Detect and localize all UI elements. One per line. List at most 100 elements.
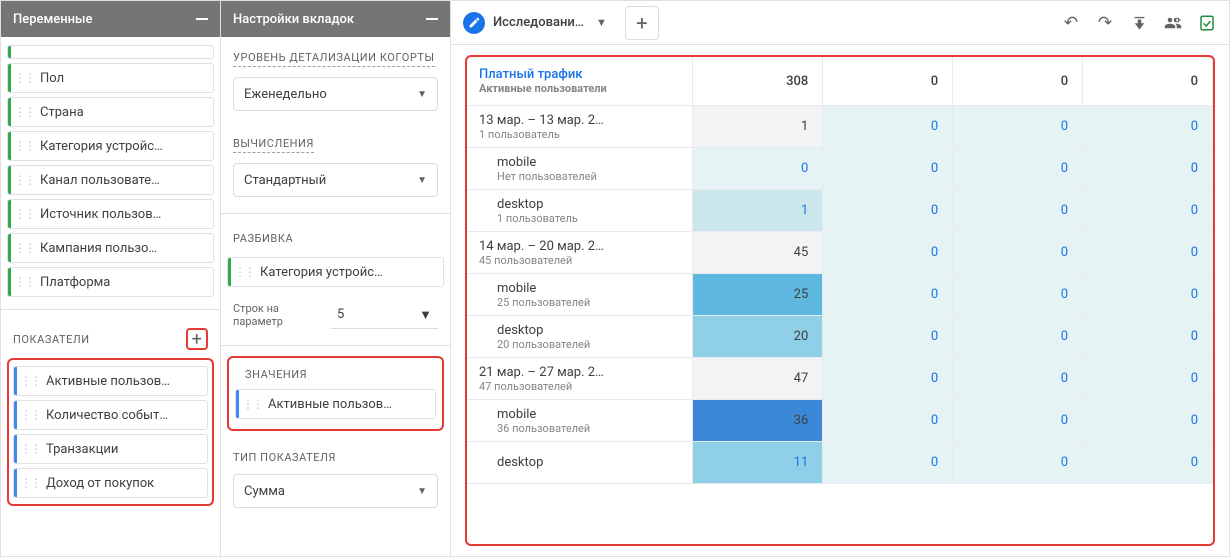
table-cell: 0: [823, 232, 953, 274]
share-icon[interactable]: [1163, 13, 1183, 33]
table-cell: 0: [1083, 274, 1213, 316]
values-box: ЗНАЧЕНИЯ ⋮⋮Активные пользов…: [227, 356, 444, 431]
table-row: desktop11000: [467, 442, 1213, 484]
metric-chip[interactable]: ⋮⋮Количество событ…: [13, 400, 208, 430]
table-cell: 36: [693, 400, 823, 442]
total-3: 0: [1083, 57, 1213, 106]
dimension-chip[interactable]: ⋮⋮Категория устройс…: [7, 131, 214, 161]
table-cell: 0: [953, 190, 1083, 232]
dimension-chip[interactable]: ⋮⋮Пол: [7, 63, 214, 93]
cohort-level-select[interactable]: Еженедельно▼: [233, 77, 438, 111]
chevron-down-icon: ▼: [419, 307, 432, 323]
dimension-chip[interactable]: [7, 45, 214, 59]
topbar: Исследовани… ▼ + ↶ ↷: [451, 1, 1229, 45]
table-cell: 0: [823, 442, 953, 484]
table-cell: 0: [823, 274, 953, 316]
calc-label: ВЫЧИСЛЕНИЯ: [233, 137, 314, 153]
metric-type-select[interactable]: Сумма▼: [233, 474, 438, 508]
table-cell: 0: [953, 316, 1083, 358]
grip-icon: ⋮⋮: [20, 442, 40, 456]
dimension-chip[interactable]: ⋮⋮Источник пользов…: [7, 199, 214, 229]
undo-icon[interactable]: ↶: [1061, 13, 1081, 33]
cohort-report: Платный трафик Активные пользователи 308…: [465, 55, 1215, 546]
table-cell: 0: [1083, 232, 1213, 274]
grip-icon: ⋮⋮: [14, 71, 34, 85]
add-tab-button[interactable]: +: [625, 6, 659, 40]
grip-icon: ⋮⋮: [20, 408, 40, 422]
chevron-down-icon[interactable]: ▼: [596, 16, 607, 29]
save-icon[interactable]: [1197, 13, 1217, 33]
edit-icon: [463, 12, 485, 34]
table-cell: 0: [1083, 358, 1213, 400]
chevron-down-icon: ▼: [417, 175, 427, 186]
row-label: mobile25 пользователей: [467, 274, 693, 316]
table-row: desktop20 пользователей20000: [467, 316, 1213, 358]
table-cell: 0: [953, 400, 1083, 442]
metric-chip[interactable]: ⋮⋮Активные пользов…: [13, 366, 208, 396]
table-row: mobile36 пользователей36000: [467, 400, 1213, 442]
redo-icon[interactable]: ↷: [1095, 13, 1115, 33]
variables-panel: Переменные ⋮⋮Пол ⋮⋮Страна ⋮⋮Категория устр…: [1, 1, 221, 556]
table-cell: 0: [953, 358, 1083, 400]
metric-type-label: ТИП ПОКАЗАТЕЛЯ: [233, 451, 336, 464]
table-cell: 1: [693, 190, 823, 232]
table-cell: 0: [1083, 148, 1213, 190]
row-label: desktop20 пользователей: [467, 316, 693, 358]
minimize-icon[interactable]: [426, 18, 438, 20]
metrics-box: ⋮⋮Активные пользов…⋮⋮Количество событ…⋮⋮…: [7, 358, 214, 506]
chevron-down-icon: ▼: [417, 486, 427, 497]
chevron-down-icon: ▼: [417, 89, 427, 100]
table-row: 14 мар. – 20 мар. 2…45 пользователей4500…: [467, 232, 1213, 274]
settings-title: Настройки вкладок: [233, 12, 354, 27]
table-cell: 0: [953, 148, 1083, 190]
total-2: 0: [953, 57, 1083, 106]
calc-select[interactable]: Стандартный▼: [233, 163, 438, 197]
dimension-chip[interactable]: ⋮⋮Платформа: [7, 267, 214, 297]
table-header-sub: Активные пользователи: [479, 82, 680, 95]
table-cell: 47: [693, 358, 823, 400]
cohort-level-label: УРОВЕНЬ ДЕТАЛИЗАЦИИ КОГОРТЫ: [233, 51, 435, 67]
row-label: 21 мар. – 27 мар. 2…47 пользователей: [467, 358, 693, 400]
total-0: 308: [693, 57, 823, 106]
table-cell: 0: [953, 274, 1083, 316]
dimension-chip[interactable]: ⋮⋮Канал пользовате…: [7, 165, 214, 195]
variables-header: Переменные: [1, 1, 220, 37]
table-cell: 0: [1083, 442, 1213, 484]
minimize-icon[interactable]: [196, 18, 208, 20]
grip-icon: ⋮⋮: [14, 139, 34, 153]
dimension-chip[interactable]: ⋮⋮Страна: [7, 97, 214, 127]
table-row: 21 мар. – 27 мар. 2…47 пользователей4700…: [467, 358, 1213, 400]
table-row: 13 мар. – 13 мар. 2…1 пользователь1000: [467, 106, 1213, 148]
exploration-tab[interactable]: Исследовани… ▼: [463, 6, 607, 40]
metric-chip[interactable]: ⋮⋮Транзакции: [13, 434, 208, 464]
row-label: desktop: [467, 442, 693, 484]
add-metric-button[interactable]: +: [186, 328, 208, 350]
table-cell: 0: [823, 358, 953, 400]
table-cell: 0: [1083, 316, 1213, 358]
rows-per-label: Строк на параметр: [233, 302, 323, 328]
grip-icon: ⋮⋮: [14, 241, 34, 255]
total-1: 0: [823, 57, 953, 106]
table-cell: 0: [823, 148, 953, 190]
row-label: 14 мар. – 20 мар. 2…45 пользователей: [467, 232, 693, 274]
table-cell: 25: [693, 274, 823, 316]
table-cell: 20: [693, 316, 823, 358]
variables-title: Переменные: [13, 12, 92, 27]
table-cell: 0: [693, 148, 823, 190]
grip-icon: ⋮⋮: [14, 173, 34, 187]
rows-per-select[interactable]: 5▼: [331, 301, 438, 329]
metrics-section-title: ПОКАЗАТЕЛИ: [13, 333, 90, 346]
table-cell: 0: [823, 190, 953, 232]
table-cell: 0: [1083, 400, 1213, 442]
download-icon[interactable]: [1129, 13, 1149, 33]
table-row: mobileНет пользователей0000: [467, 148, 1213, 190]
breakdown-chip[interactable]: ⋮⋮Категория устройс…: [227, 257, 444, 287]
table-row: desktop1 пользователь1000: [467, 190, 1213, 232]
table-cell: 0: [953, 232, 1083, 274]
metric-chip[interactable]: ⋮⋮Доход от покупок: [13, 468, 208, 498]
breakdown-label: РАЗБИВКА: [233, 232, 293, 245]
table-cell: 0: [823, 400, 953, 442]
values-chip[interactable]: ⋮⋮Активные пользов…: [235, 389, 436, 419]
table-cell: 0: [1083, 190, 1213, 232]
dimension-chip[interactable]: ⋮⋮Кампания пользо…: [7, 233, 214, 263]
